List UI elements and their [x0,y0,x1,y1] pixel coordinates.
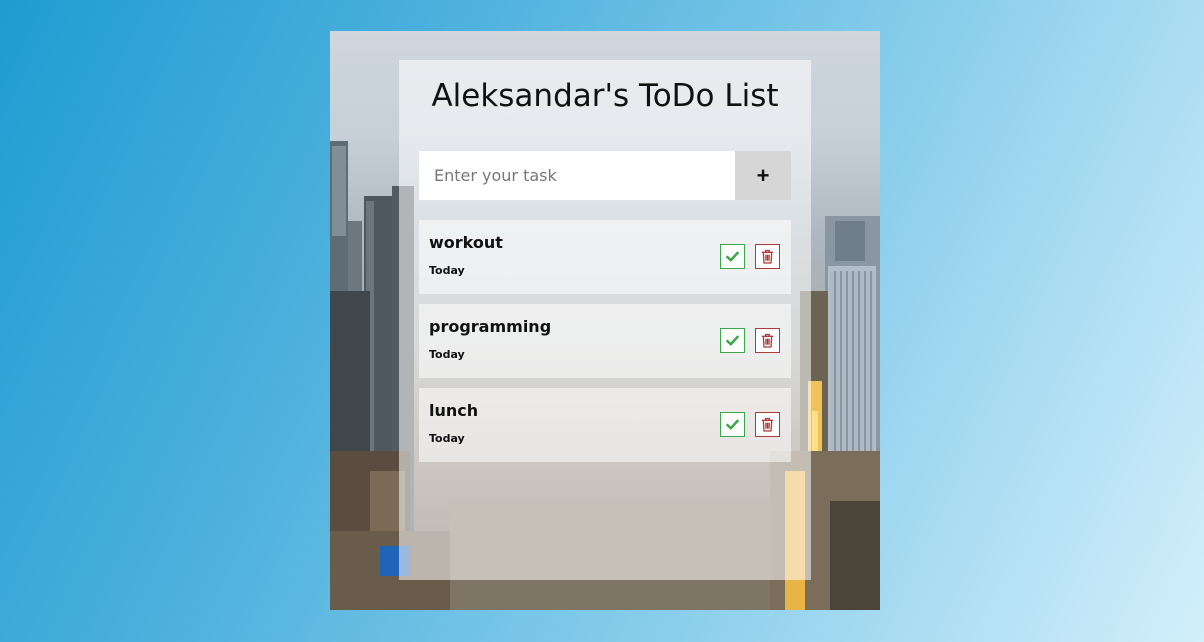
check-icon [726,419,739,430]
complete-task-button[interactable] [720,244,745,269]
page-title: Aleksandar's ToDo List [431,78,779,114]
task-input[interactable] [419,151,735,200]
task-item: workout Today [419,220,791,294]
add-task-form: + [419,151,791,200]
delete-task-button[interactable] [755,244,780,269]
trash-icon [761,249,774,264]
task-name: workout [429,233,503,252]
trash-icon [761,417,774,432]
complete-task-button[interactable] [720,328,745,353]
delete-task-button[interactable] [755,328,780,353]
app-window: Aleksandar's ToDo List + workout Today [330,31,880,610]
delete-task-button[interactable] [755,412,780,437]
todo-panel: Aleksandar's ToDo List + workout Today [399,60,811,580]
task-list: workout Today programming Today lunch To… [419,220,791,472]
task-name: programming [429,317,552,336]
check-icon [726,335,739,346]
complete-task-button[interactable] [720,412,745,437]
trash-icon [761,333,774,348]
task-date: Today [429,348,465,361]
check-icon [726,251,739,262]
add-task-button[interactable]: + [735,151,791,200]
task-name: lunch [429,401,479,420]
task-date: Today [429,264,465,277]
task-item: programming Today [419,304,791,378]
task-date: Today [429,432,465,445]
task-item: lunch Today [419,388,791,462]
